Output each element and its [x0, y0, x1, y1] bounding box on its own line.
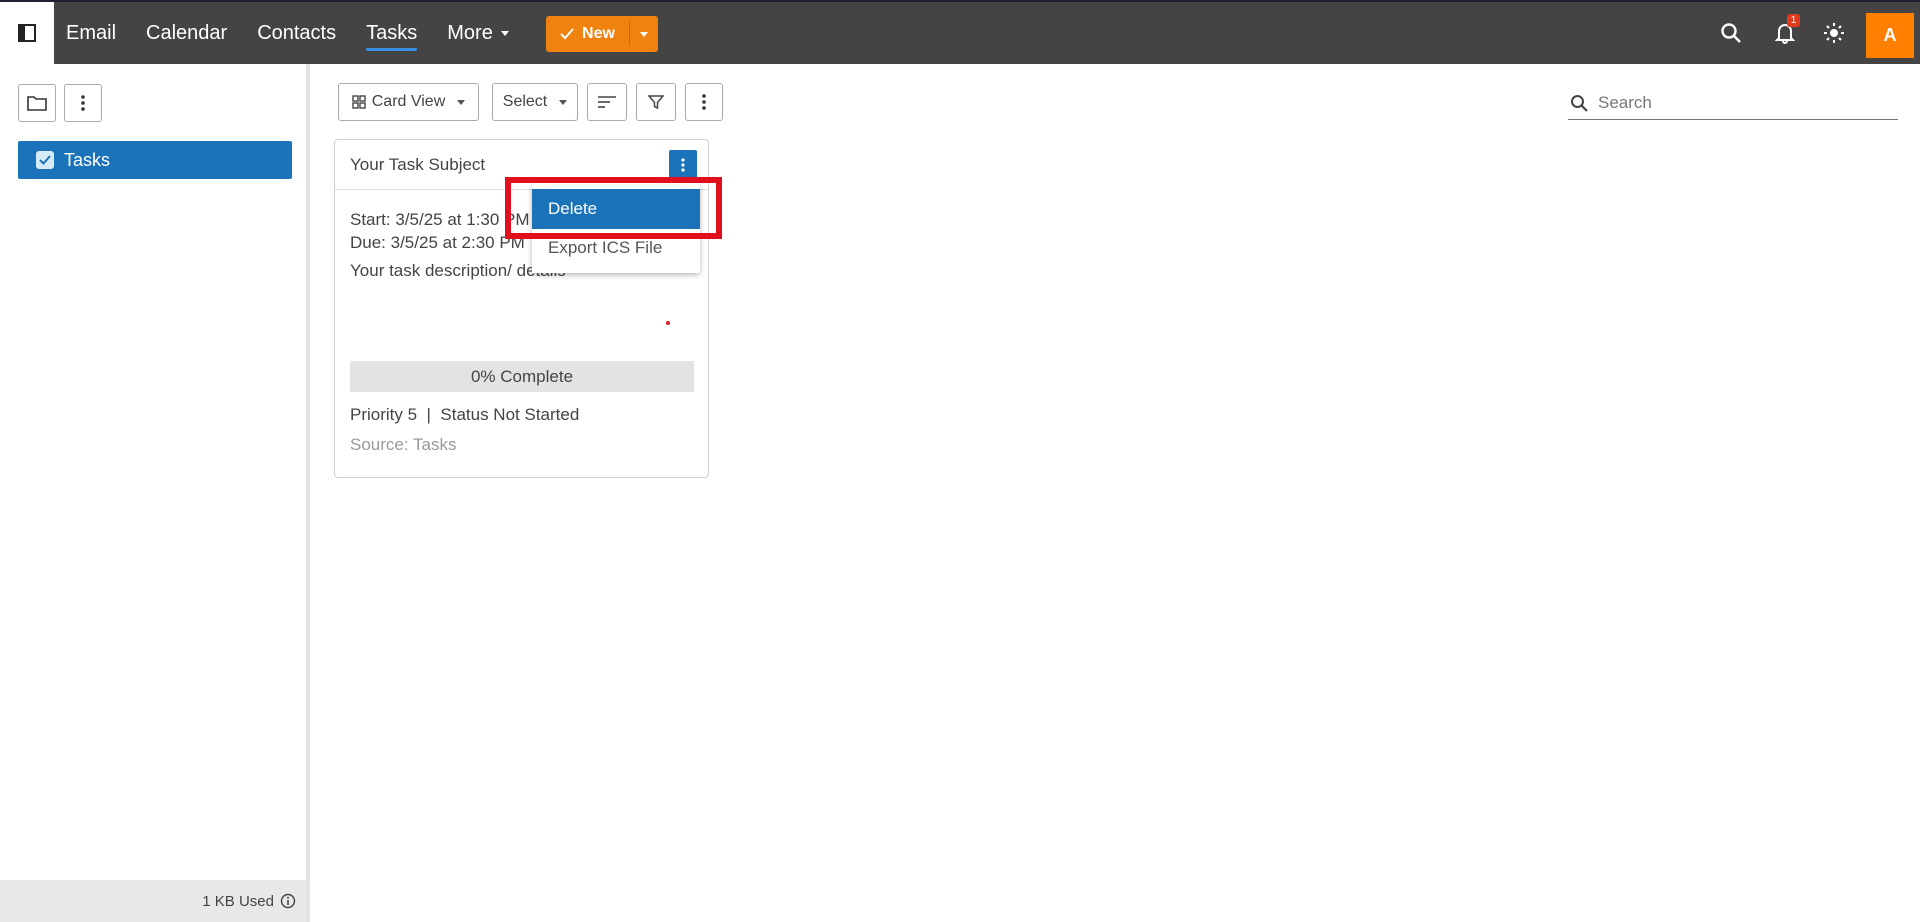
- select-dropdown-label: Select: [502, 93, 548, 110]
- folder-item-tasks[interactable]: Tasks: [18, 141, 292, 179]
- folder-button[interactable]: [18, 84, 56, 122]
- task-progress-label: 0% Complete: [470, 366, 574, 386]
- kebab-menu-icon: [702, 94, 706, 110]
- more-options-button[interactable]: [685, 83, 723, 121]
- task-subject: Your Task Subject: [350, 154, 486, 174]
- chevron-down-icon: [500, 30, 509, 36]
- task-progress-bar: 0% Complete: [350, 361, 694, 392]
- menu-item-export-ics[interactable]: Export ICS File: [532, 228, 700, 268]
- user-avatar[interactable]: A: [1866, 13, 1914, 58]
- checkbox-checked-icon[interactable]: [36, 151, 54, 169]
- grid-icon: [352, 95, 366, 109]
- task-priority-status: Priority 5 | Status Not Started: [350, 405, 580, 424]
- nav-more[interactable]: More: [447, 22, 509, 45]
- nav-more-label: More: [447, 21, 493, 44]
- notification-badge: 1: [1787, 14, 1800, 27]
- nav-calendar[interactable]: Calendar: [146, 22, 227, 45]
- checkmark-icon: [560, 28, 574, 40]
- storage-used-label: 1 KB Used: [202, 892, 274, 910]
- folder-options-button[interactable]: [64, 84, 102, 122]
- view-selector[interactable]: Card View: [338, 83, 479, 121]
- search-input[interactable]: [1598, 92, 1878, 113]
- search-box: [1568, 86, 1898, 120]
- new-dropdown-button[interactable]: [630, 16, 658, 52]
- theme-toggle-button[interactable]: [1819, 18, 1849, 48]
- notifications-button[interactable]: 1: [1770, 14, 1800, 48]
- sun-icon: [1824, 23, 1844, 43]
- filter-button[interactable]: [636, 83, 676, 121]
- folder-panel: Tasks 1 KB Used: [0, 64, 310, 922]
- sort-icon: [598, 96, 616, 108]
- nav-contacts[interactable]: Contacts: [257, 22, 336, 45]
- new-button-group: New: [546, 16, 658, 52]
- filter-icon: [648, 95, 664, 110]
- nav-tasks[interactable]: Tasks: [366, 22, 418, 51]
- task-source: Source: Tasks: [350, 435, 457, 454]
- sidebar-toggle-button[interactable]: [0, 2, 54, 64]
- new-button[interactable]: New: [546, 16, 629, 52]
- main-nav: Email Calendar Contacts Tasks More: [66, 2, 539, 64]
- folder-item-label: Tasks: [64, 149, 111, 170]
- info-icon[interactable]: [280, 893, 296, 909]
- view-selector-label: Card View: [371, 93, 446, 110]
- select-dropdown[interactable]: Select: [492, 83, 578, 121]
- menu-item-delete[interactable]: Delete: [532, 189, 700, 229]
- chevron-down-icon: [457, 99, 466, 105]
- search-icon: [1721, 23, 1741, 43]
- nav-email[interactable]: Email: [66, 22, 116, 45]
- folder-icon: [27, 96, 47, 111]
- task-card-menu-button[interactable]: [669, 150, 697, 180]
- red-dot-indicator: [666, 321, 670, 325]
- search-icon: [1571, 94, 1588, 112]
- new-button-label: New: [582, 25, 615, 42]
- kebab-menu-icon: [681, 158, 685, 172]
- kebab-menu-icon: [81, 95, 85, 111]
- task-context-menu: Delete Export ICS File: [532, 183, 700, 273]
- storage-footer: 1 KB Used: [0, 880, 306, 922]
- search-button[interactable]: [1716, 18, 1746, 48]
- chevron-down-icon: [640, 31, 648, 37]
- chevron-down-icon: [559, 99, 568, 105]
- sort-button[interactable]: [587, 83, 627, 121]
- sidebar-panel-icon: [18, 24, 36, 42]
- top-navigation-bar: Email Calendar Contacts Tasks More New 1…: [0, 0, 1920, 64]
